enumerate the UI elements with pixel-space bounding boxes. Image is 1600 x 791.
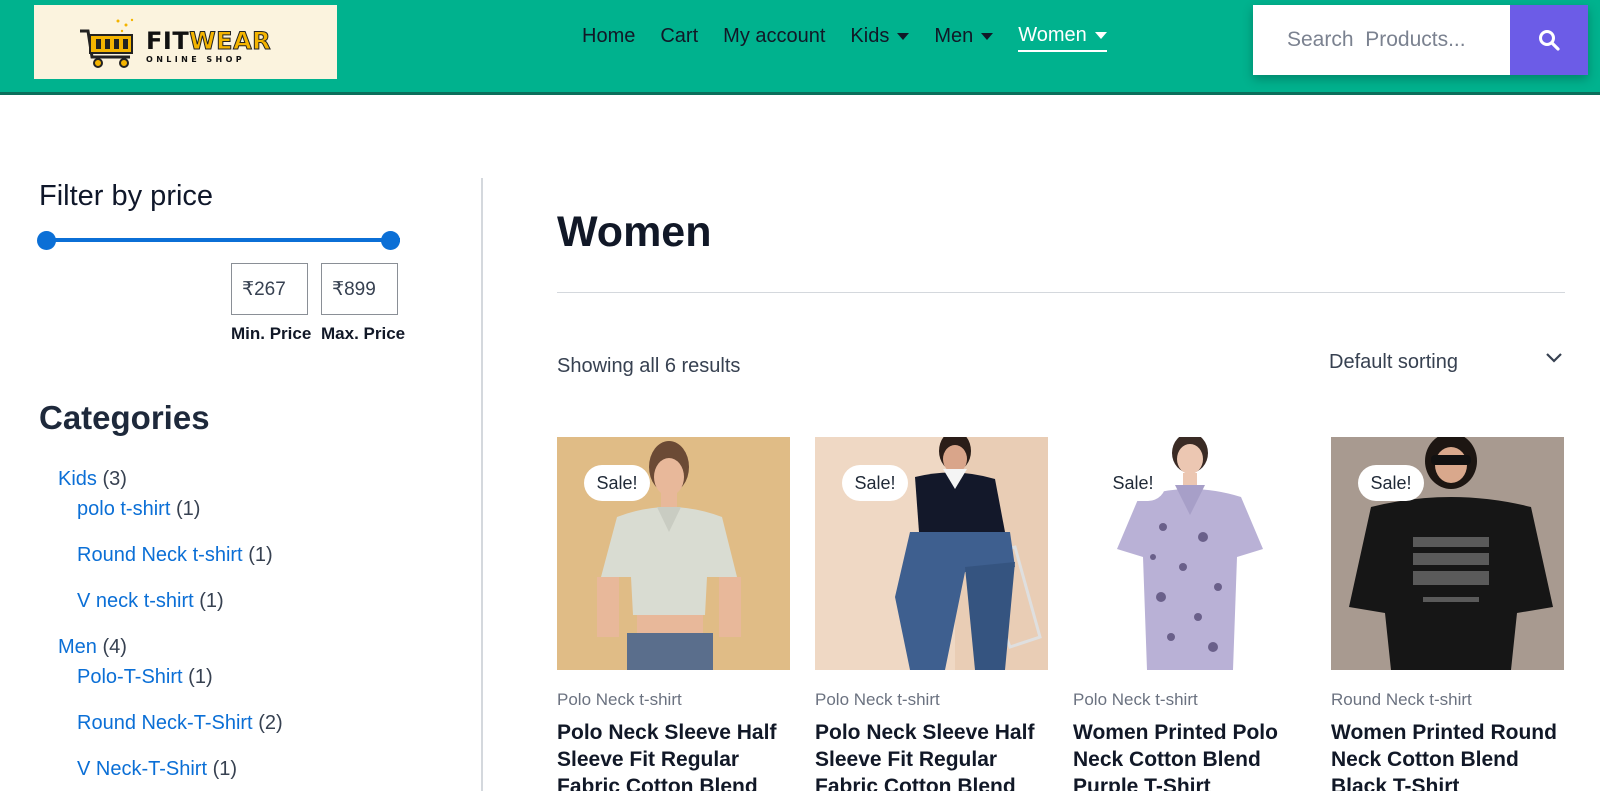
caret-down-icon bbox=[897, 32, 910, 40]
product-card[interactable]: Sale! Polo Neck t-shirt Polo Neck Sleeve… bbox=[557, 437, 790, 791]
product-image[interactable]: Sale! bbox=[1331, 437, 1564, 670]
product-name[interactable]: Women Printed Polo Neck Cotton Blend Pur… bbox=[1073, 719, 1313, 791]
max-price-field[interactable]: ₹899 bbox=[321, 263, 398, 315]
category-count: (1) bbox=[199, 590, 224, 612]
nav-kids-label: Kids bbox=[850, 24, 890, 47]
sort-selected-value: Default sorting bbox=[1329, 350, 1458, 373]
category-count: (2) bbox=[258, 712, 283, 734]
category-count: (1) bbox=[175, 498, 201, 520]
nav-women[interactable]: Women bbox=[1018, 20, 1107, 52]
category-item: Polo-T-Shirt (1) bbox=[77, 666, 213, 689]
category-link-men[interactable]: Men bbox=[58, 636, 97, 658]
main-nav: Home Cart My account Kids Men Women bbox=[582, 20, 1132, 52]
category-count: (1) bbox=[248, 544, 273, 566]
product-name[interactable]: Polo Neck Sleeve Half Sleeve Fit Regular… bbox=[557, 719, 797, 791]
title-divider bbox=[557, 292, 1565, 293]
logo-tagline: ONLINE SHOP bbox=[146, 55, 246, 64]
search-input[interactable] bbox=[1253, 5, 1510, 75]
caret-down-icon bbox=[1094, 31, 1107, 39]
category-link-round-neck-t-shirt-men[interactable]: Round Neck-T-Shirt bbox=[77, 712, 253, 734]
sidebar-divider bbox=[481, 178, 483, 791]
product-image[interactable]: Sale! bbox=[815, 437, 1048, 670]
sale-badge: Sale! bbox=[842, 465, 908, 501]
nav-cart[interactable]: Cart bbox=[660, 20, 698, 52]
category-link-polo-t-shirt-men[interactable]: Polo-T-Shirt bbox=[77, 666, 183, 688]
product-image[interactable]: Sale! bbox=[1073, 437, 1306, 670]
caret-down-icon bbox=[981, 32, 994, 40]
category-link-v-neck-t-shirt[interactable]: V neck t-shirt bbox=[77, 590, 194, 612]
product-card[interactable]: Sale! Polo Neck t-shirt Women Printed Po… bbox=[1073, 437, 1306, 791]
logo-fit: FIT bbox=[146, 27, 190, 55]
category-count: (4) bbox=[102, 636, 127, 658]
nav-women-label: Women bbox=[1018, 23, 1087, 46]
category-count: (1) bbox=[188, 666, 213, 688]
slider-handle-min[interactable] bbox=[37, 231, 56, 250]
min-price-label: Min. Price bbox=[231, 324, 312, 343]
category-item: polo t-shirt (1) bbox=[77, 498, 200, 521]
chevron-down-icon bbox=[1546, 353, 1562, 363]
product-name[interactable]: Polo Neck Sleeve Half Sleeve Fit Regular… bbox=[815, 719, 1055, 791]
category-count: (3) bbox=[102, 468, 127, 490]
category-item: V Neck-T-Shirt (1) bbox=[77, 758, 237, 781]
logo-wordmark: FITWEAR bbox=[146, 27, 272, 55]
search-button[interactable] bbox=[1510, 5, 1588, 75]
category-link-v-neck-t-shirt-men[interactable]: V Neck-T-Shirt bbox=[77, 758, 207, 780]
logo-wear: WEAR bbox=[189, 27, 272, 55]
nav-men[interactable]: Men bbox=[934, 20, 994, 52]
product-category[interactable]: Polo Neck t-shirt bbox=[815, 690, 940, 710]
search-icon bbox=[1539, 30, 1560, 51]
sale-badge: Sale! bbox=[1100, 465, 1166, 501]
nav-men-label: Men bbox=[934, 24, 974, 47]
result-count: Showing all 6 results bbox=[557, 355, 741, 377]
product-grid: Sale! Polo Neck t-shirt Polo Neck Sleeve… bbox=[557, 437, 1567, 791]
categories-title: Categories bbox=[39, 399, 210, 436]
search-bar bbox=[1253, 5, 1588, 75]
category-link-polo-t-shirt[interactable]: polo t-shirt bbox=[77, 498, 170, 520]
product-category[interactable]: Round Neck t-shirt bbox=[1331, 690, 1472, 710]
page-title: Women bbox=[557, 208, 712, 256]
sale-badge: Sale! bbox=[584, 465, 650, 501]
product-card[interactable]: Sale! Polo Neck t-shirt Polo Neck Sleeve… bbox=[815, 437, 1048, 791]
category-item: Round Neck t-shirt (1) bbox=[77, 544, 273, 567]
nav-kids[interactable]: Kids bbox=[850, 20, 910, 52]
category-link-kids[interactable]: Kids bbox=[58, 468, 97, 490]
min-price-field[interactable]: ₹267 bbox=[231, 263, 308, 315]
slider-track bbox=[46, 238, 400, 242]
product-category[interactable]: Polo Neck t-shirt bbox=[1073, 690, 1198, 710]
filter-by-price-title: Filter by price bbox=[39, 180, 214, 212]
site-logo[interactable]: FITWEAR ONLINE SHOP bbox=[34, 5, 337, 79]
nav-my-account[interactable]: My account bbox=[723, 20, 825, 52]
nav-home-label: Home bbox=[582, 24, 636, 47]
category-link-round-neck-t-shirt[interactable]: Round Neck t-shirt bbox=[77, 544, 243, 566]
site-header: FITWEAR ONLINE SHOP Home Cart My account… bbox=[0, 0, 1600, 95]
slider-handle-max[interactable] bbox=[381, 231, 400, 250]
shopping-cart-icon bbox=[80, 18, 134, 68]
nav-home[interactable]: Home bbox=[582, 20, 635, 52]
product-name[interactable]: Women Printed Round Neck Cotton Blend Bl… bbox=[1331, 719, 1571, 791]
category-item: Kids (3) bbox=[58, 468, 127, 491]
sale-badge: Sale! bbox=[1358, 465, 1424, 501]
category-item: Men (4) bbox=[58, 636, 127, 659]
category-count: (1) bbox=[212, 758, 238, 780]
nav-cart-label: Cart bbox=[660, 24, 699, 47]
category-item: Round Neck-T-Shirt (2) bbox=[77, 712, 283, 735]
sort-dropdown[interactable]: Default sorting bbox=[1329, 344, 1569, 380]
category-item: V neck t-shirt (1) bbox=[77, 590, 224, 613]
product-image[interactable]: Sale! bbox=[557, 437, 790, 670]
price-range-slider[interactable] bbox=[37, 231, 400, 250]
product-category[interactable]: Polo Neck t-shirt bbox=[557, 690, 682, 710]
nav-my-account-label: My account bbox=[723, 24, 826, 47]
max-price-label: Max. Price bbox=[321, 324, 406, 343]
product-card[interactable]: Sale! Round Neck t-shirt Women Printed R… bbox=[1331, 437, 1564, 791]
